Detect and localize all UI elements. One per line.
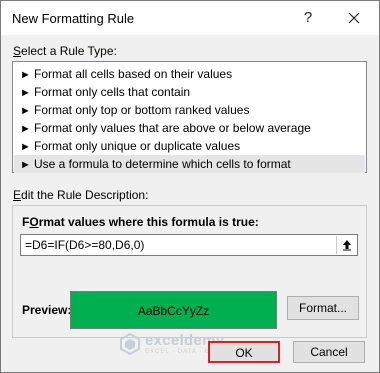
rule-type-list[interactable]: ► Format all cells based on their values … (12, 61, 367, 173)
rule-type-item-selected[interactable]: ► Use a formula to determine which cells … (14, 155, 365, 173)
rule-description-panel: FOrmat values where this formula is true… (12, 205, 367, 338)
formula-value: =D6=IF(D6>=80,D6,0) (25, 238, 145, 252)
arrow-icon: ► (20, 105, 31, 117)
watermark-tagline: EXCEL · DATA · BI (145, 349, 213, 355)
rule-type-item[interactable]: ► Format all cells based on their values (14, 65, 365, 83)
arrow-icon: ► (20, 123, 31, 135)
new-formatting-rule-dialog: New Formatting Rule ? Select a Rule Type… (0, 0, 380, 373)
arrow-icon: ► (20, 159, 31, 171)
close-icon (348, 12, 360, 24)
exceldemy-logo-icon (120, 333, 140, 355)
arrow-icon: ► (20, 141, 31, 153)
preview-label: Preview: (22, 303, 72, 317)
preview-sample: AaBbCcYyZz (70, 291, 277, 329)
rule-type-heading: Select a Rule Type: (13, 44, 117, 58)
rule-type-item[interactable]: ► Format only values that are above or be… (14, 119, 365, 137)
formula-input[interactable]: =D6=IF(D6>=80,D6,0) (20, 234, 358, 256)
format-button[interactable]: Format... (287, 296, 359, 320)
formula-label: FOrmat values where this formula is true… (22, 215, 259, 229)
rule-type-item[interactable]: ► Format only top or bottom ranked values (14, 101, 365, 119)
collapse-dialog-button[interactable] (336, 236, 356, 254)
rule-type-item[interactable]: ► Format only unique or duplicate values (14, 137, 365, 155)
cancel-button[interactable]: Cancel (293, 341, 365, 363)
rule-description-heading: Edit the Rule Description: (13, 188, 149, 202)
collapse-icon (342, 240, 351, 251)
close-button[interactable] (339, 5, 369, 31)
title-bar[interactable]: New Formatting Rule ? (1, 1, 379, 35)
help-button[interactable]: ? (295, 5, 321, 31)
dialog-title: New Formatting Rule (12, 11, 135, 26)
ok-button[interactable]: OK (208, 341, 280, 363)
arrow-icon: ► (20, 69, 31, 81)
arrow-icon: ► (20, 87, 31, 99)
rule-type-item[interactable]: ► Format only cells that contain (14, 83, 365, 101)
